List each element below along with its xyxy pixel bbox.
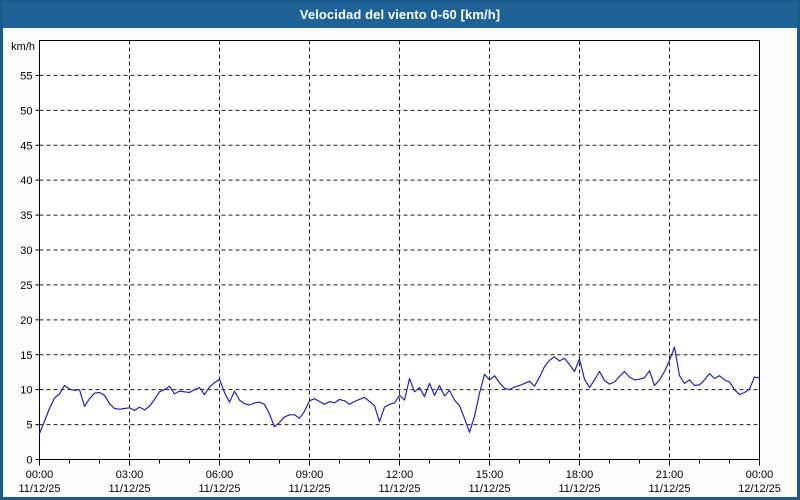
x-tick-time-label: 00:00 — [26, 469, 54, 481]
x-tick-time-label: 06:00 — [206, 469, 234, 481]
x-tick-date-label: 11/12/25 — [378, 483, 420, 495]
x-tick-date-label: 11/12/25 — [468, 483, 510, 495]
x-tick-date-label: 11/12/25 — [558, 483, 600, 495]
x-tick-time-label: 09:00 — [296, 469, 324, 481]
x-tick-time-label: 03:00 — [116, 469, 144, 481]
y-axis-unit-label: km/h — [11, 41, 35, 53]
x-tick-date-label: 11/12/25 — [198, 483, 240, 495]
y-tick-label: 55 — [20, 70, 32, 82]
y-tick-label: 5 — [26, 420, 32, 432]
x-tick-time-label: 12:00 — [386, 469, 414, 481]
x-tick-date-label: 11/12/25 — [648, 483, 690, 495]
x-tick-date-label: 11/12/25 — [18, 483, 60, 495]
x-tick-time-label: 15:00 — [476, 469, 504, 481]
wind-chart-window: Velocidad del viento 0-60 [km/h] 0 5 10 15 2… — [0, 0, 800, 500]
x-tick-time-label: 21:00 — [656, 469, 684, 481]
wind-speed-chart: 0 5 10 15 20 25 30 35 40 45 50 55 km/h 00:00 11/12/25 0… — [11, 40, 781, 495]
y-tick-label: 10 — [20, 385, 32, 397]
x-tick-date-label: 11/12/25 — [288, 483, 330, 495]
y-tick-label: 20 — [20, 315, 32, 327]
x-tick-date-label: 12/12/25 — [738, 483, 781, 495]
y-tick-label: 45 — [20, 140, 32, 152]
x-tick-time-label: 00:00 — [746, 469, 774, 481]
x-tick-time-label: 18:00 — [566, 469, 594, 481]
y-tick-label: 35 — [20, 210, 32, 222]
y-tick-label: 30 — [20, 245, 32, 257]
x-tick-date-label: 11/12/25 — [108, 483, 150, 495]
y-tick-label: 50 — [20, 105, 32, 117]
y-tick-label: 40 — [20, 175, 32, 187]
y-tick-label: 15 — [20, 350, 32, 362]
y-tick-label: 25 — [20, 280, 32, 292]
y-tick-label: 0 — [26, 455, 32, 467]
